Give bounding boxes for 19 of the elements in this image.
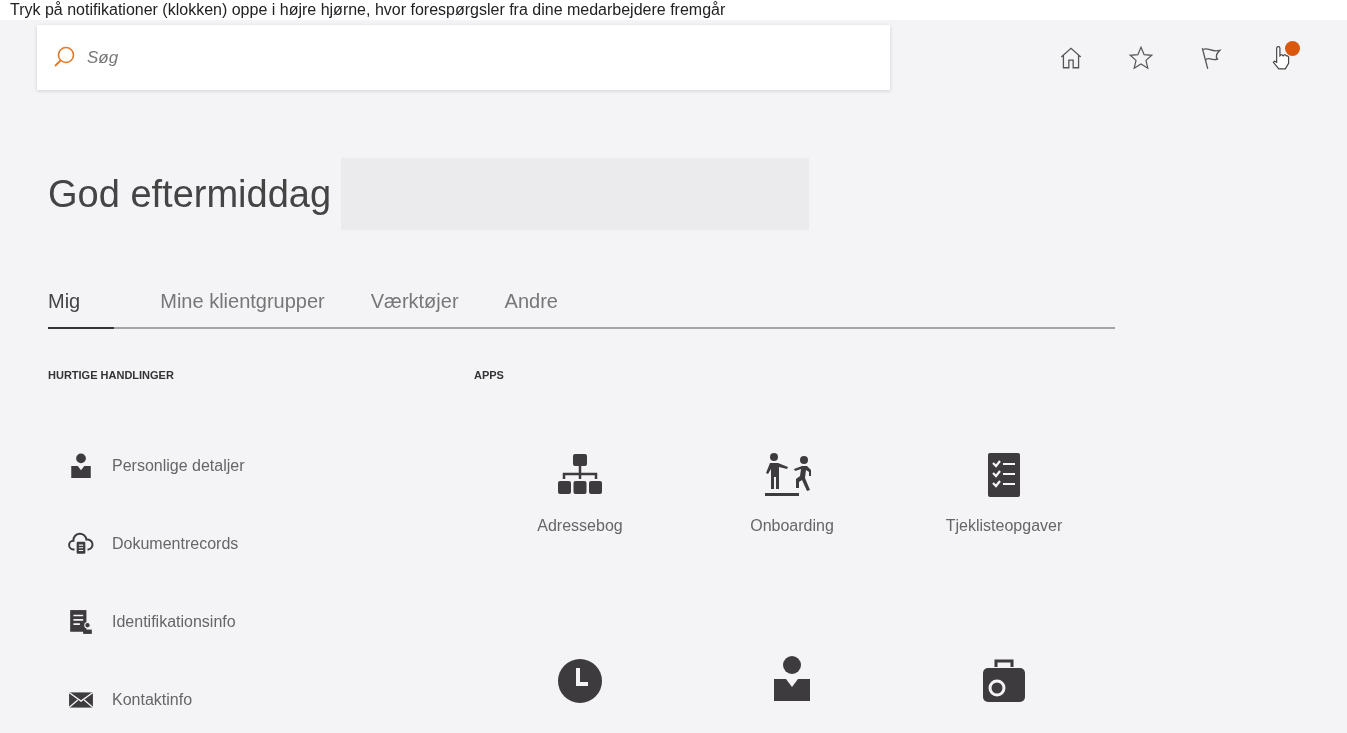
document-person-icon: [68, 608, 94, 636]
tab[interactable]: Andre: [504, 282, 558, 329]
search-field[interactable]: Søg: [37, 25, 890, 90]
greeting-heading: God eftermiddag: [48, 172, 332, 216]
tab[interactable]: Mig: [48, 282, 115, 329]
caption-text: Tryk på notifikationer (klokken) oppe i højre hjørne, hvor forespørgsler fra dine medarbejdere fremgår: [10, 1, 726, 18]
star-icon[interactable]: [1128, 44, 1154, 71]
quick-action-link[interactable]: Kontaktinfo: [112, 691, 193, 709]
section-heading: HURTIGE HANDLINGER: [48, 369, 175, 381]
tab[interactable]: Værktøjer: [370, 282, 459, 329]
app-link[interactable]: Tjeklisteopgaver: [945, 517, 1063, 535]
tab[interactable]: Mine klientgrupper: [160, 282, 325, 329]
quick-action-link[interactable]: Dokumentrecords: [112, 535, 239, 553]
app-link[interactable]: Adressebog: [537, 517, 623, 535]
app-link[interactable]: Onboarding: [750, 517, 834, 535]
section-heading: APPS: [474, 369, 505, 381]
quick-action-link[interactable]: Identifikationsinfo: [112, 613, 236, 631]
quick-action-link[interactable]: Personlige detaljer: [112, 457, 245, 475]
person-icon: [68, 452, 94, 480]
